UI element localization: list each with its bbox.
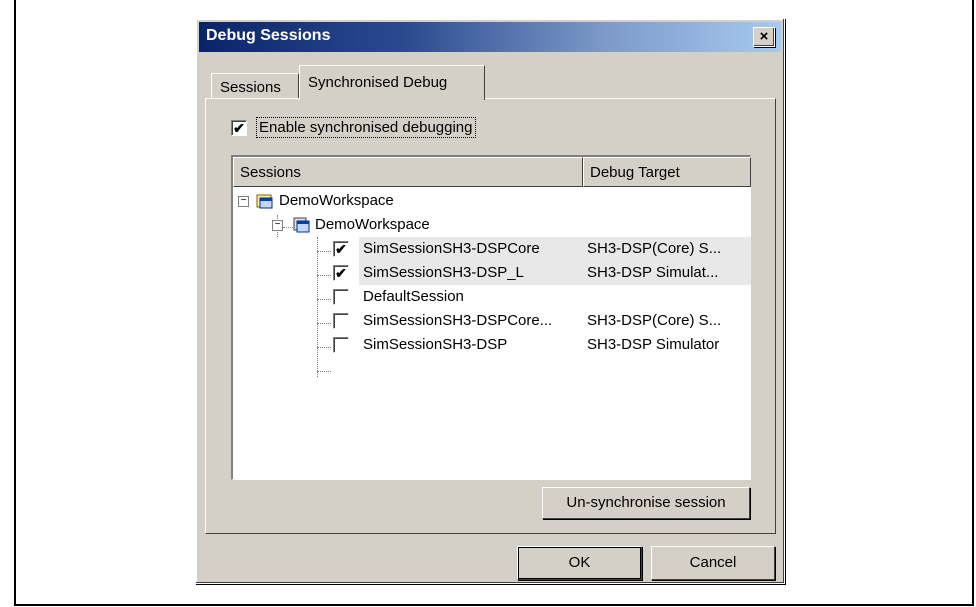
unsynchronise-session-button[interactable]: Un-synchronise session — [542, 487, 750, 519]
window-title: Debug Sessions — [206, 27, 331, 44]
session-name: SimSessionSH3-DSPCore... — [363, 312, 553, 329]
session-checkbox[interactable]: ✔ — [333, 241, 349, 257]
session-name: SimSessionSH3-DSP — [363, 336, 508, 353]
session-checkbox[interactable] — [333, 289, 349, 305]
session-name: SimSessionSH3-DSP_L — [363, 264, 524, 281]
session-row[interactable]: ✔ SimSessionSH3-DSPCore SH3-DSP(Core) S.… — [233, 237, 751, 261]
workspace-label: DemoWorkspace — [279, 192, 394, 209]
tab-synchronised-debug[interactable]: Synchronised Debug — [299, 65, 485, 102]
enable-sync-checkbox[interactable]: ✔ — [231, 120, 247, 136]
sessions-tree[interactable]: Sessions Debug Target − DemoWorkspace − … — [231, 155, 751, 480]
tab-sessions[interactable]: Sessions — [211, 73, 299, 99]
session-checkbox[interactable] — [333, 337, 349, 353]
tab-sessions-label: Sessions — [220, 79, 281, 96]
collapse-icon[interactable]: − — [272, 220, 283, 231]
column-header-sessions[interactable]: Sessions — [233, 157, 583, 187]
tree-line — [317, 371, 331, 372]
session-row[interactable]: DefaultSession — [233, 285, 751, 309]
tab-synchronised-debug-label: Synchronised Debug — [308, 74, 448, 91]
title-bar: Debug Sessions × — [199, 22, 781, 52]
session-checkbox[interactable] — [333, 313, 349, 329]
enable-sync-label: Enable synchronised debugging — [256, 117, 476, 138]
column-header-debug-target[interactable]: Debug Target — [583, 157, 751, 187]
tree-row-project[interactable]: − DemoWorkspace — [233, 213, 751, 237]
project-icon — [293, 217, 310, 233]
session-name: SimSessionSH3-DSPCore — [363, 240, 540, 257]
session-name: DefaultSession — [363, 288, 464, 305]
close-button[interactable]: × — [753, 27, 775, 47]
session-target: SH3-DSP(Core) S... — [587, 240, 722, 257]
session-target: SH3-DSP Simulat... — [587, 264, 719, 281]
session-row[interactable]: ✔ SimSessionSH3-DSP_L SH3-DSP Simulat... — [233, 261, 751, 285]
project-label: DemoWorkspace — [315, 216, 430, 233]
session-row[interactable]: SimSessionSH3-DSPCore... SH3-DSP(Core) S… — [233, 309, 751, 333]
cancel-button[interactable]: Cancel — [651, 546, 775, 580]
ok-button[interactable]: OK — [517, 546, 642, 580]
tree-row-workspace[interactable]: − DemoWorkspace — [233, 189, 751, 213]
workspace-icon — [256, 194, 273, 209]
session-target: SH3-DSP(Core) S... — [587, 312, 722, 329]
collapse-icon[interactable]: − — [238, 196, 249, 207]
session-target: SH3-DSP Simulator — [587, 336, 720, 353]
session-row[interactable]: SimSessionSH3-DSP SH3-DSP Simulator — [233, 333, 751, 357]
session-checkbox[interactable]: ✔ — [333, 265, 349, 281]
close-icon: × — [759, 28, 769, 45]
